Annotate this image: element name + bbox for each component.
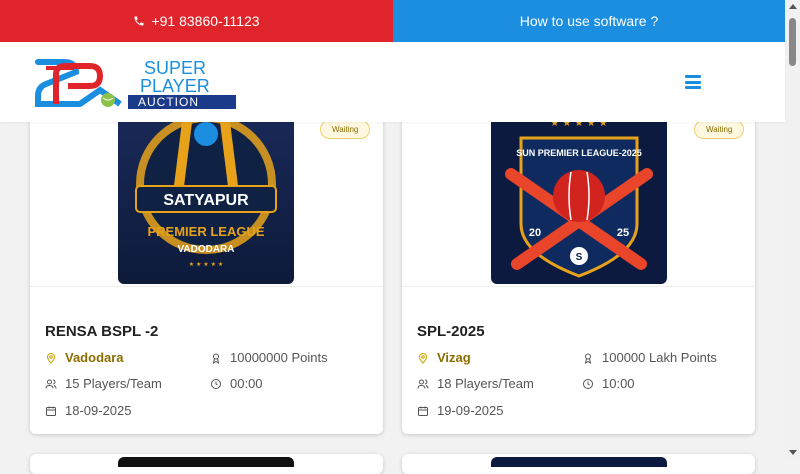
time-row: 00:00 — [210, 376, 263, 391]
date-text: 18-09-2025 — [65, 403, 132, 418]
location-pin-icon — [418, 352, 428, 364]
card-image-area: SATYAPUR PREMIER LEAGUE VADODARA ★ ★ ★ ★… — [30, 100, 383, 286]
banner-year-left: 20 — [529, 227, 541, 239]
location-text: Vadodara — [65, 350, 124, 365]
players-row: 15 Players/Team — [45, 376, 162, 391]
points-row: 100000 Lakh Points — [582, 350, 717, 365]
status-badge: Waiting — [694, 120, 745, 139]
time-text: 00:00 — [230, 376, 263, 391]
users-icon — [417, 379, 429, 389]
scroll-up-icon[interactable] — [789, 4, 797, 9]
logo-line2: PLAYER — [140, 76, 210, 96]
tournament-card[interactable]: ★ ★ ★ ★ ★ SUN PREMIER LEAGUE-2025 20 25 … — [402, 100, 755, 434]
vertical-scrollbar[interactable] — [785, 0, 800, 461]
players-row: 18 Players/Team — [417, 376, 534, 391]
players-text: 18 Players/Team — [437, 376, 534, 391]
date-text: 19-09-2025 — [437, 403, 504, 418]
location-pin-icon — [46, 352, 56, 364]
banner-title: SUN PREMIER LEAGUE-2025 — [516, 148, 642, 158]
scroll-down-icon[interactable] — [789, 450, 797, 455]
svg-text:★ ★ ★ ★ ★: ★ ★ ★ ★ ★ — [189, 261, 224, 268]
location-row: Vadodara — [45, 350, 124, 365]
banner-letter: S — [576, 252, 583, 263]
clock-icon — [211, 378, 221, 389]
card-body: RENSA BSPL -2 Vadodara 10000000 Points 1… — [30, 286, 383, 434]
tournament-card-partial[interactable] — [30, 454, 383, 474]
hamburger-menu-icon[interactable] — [685, 75, 701, 89]
card-image-area: ★ ★ ★ ★ ★ SUN PREMIER LEAGUE-2025 20 25 … — [402, 100, 755, 286]
calendar-icon — [46, 406, 56, 416]
phone-link[interactable]: +91 83860-11123 — [0, 0, 393, 42]
site-header: SUPER PLAYER AUCTION — [0, 42, 785, 122]
time-text: 10:00 — [602, 376, 635, 391]
logo-line1: SUPER — [144, 58, 206, 78]
users-icon — [45, 379, 57, 389]
tournament-card[interactable]: SATYAPUR PREMIER LEAGUE VADODARA ★ ★ ★ ★… — [30, 100, 383, 434]
calendar-icon — [418, 406, 428, 416]
date-row: 19-09-2025 — [417, 403, 504, 418]
tournament-title: RENSA BSPL -2 — [45, 323, 159, 340]
banner-year-right: 25 — [617, 227, 629, 239]
players-text: 15 Players/Team — [65, 376, 162, 391]
tournament-card-partial[interactable] — [402, 454, 755, 474]
logo-line3: AUCTION — [138, 95, 199, 109]
status-badge: Waiting — [320, 120, 371, 139]
points-text: 100000 Lakh Points — [602, 350, 717, 365]
time-row: 10:00 — [582, 376, 635, 391]
location-text: Vizag — [437, 350, 471, 365]
location-row: Vizag — [417, 350, 471, 365]
banner-image-partial — [118, 457, 294, 467]
award-icon — [212, 353, 220, 364]
scrollbar-thumb[interactable] — [789, 18, 796, 66]
tournament-banner-image: ★ ★ ★ ★ ★ SUN PREMIER LEAGUE-2025 20 25 … — [491, 104, 667, 284]
super-player-auction-logo[interactable]: SUPER PLAYER AUCTION — [34, 54, 236, 110]
banner-image-partial — [491, 457, 667, 467]
phone-number: +91 83860-11123 — [151, 13, 260, 29]
banner-subtitle: PREMIER LEAGUE — [147, 224, 264, 239]
clock-icon — [583, 378, 593, 389]
banner-city: VADODARA — [177, 244, 234, 255]
phone-icon — [134, 16, 144, 26]
top-bar: +91 83860-11123 How to use software ? — [0, 0, 785, 42]
tournament-banner-image: SATYAPUR PREMIER LEAGUE VADODARA ★ ★ ★ ★… — [118, 104, 294, 284]
date-row: 18-09-2025 — [45, 403, 132, 418]
banner-title: SATYAPUR — [163, 192, 249, 209]
how-to-use-link[interactable]: How to use software ? — [393, 0, 785, 42]
points-row: 10000000 Points — [210, 350, 328, 365]
card-body: SPL-2025 Vizag 100000 Lakh Points 18 Pla… — [402, 286, 755, 434]
points-text: 10000000 Points — [230, 350, 328, 365]
tournament-title: SPL-2025 — [417, 323, 485, 340]
award-icon — [584, 353, 592, 364]
